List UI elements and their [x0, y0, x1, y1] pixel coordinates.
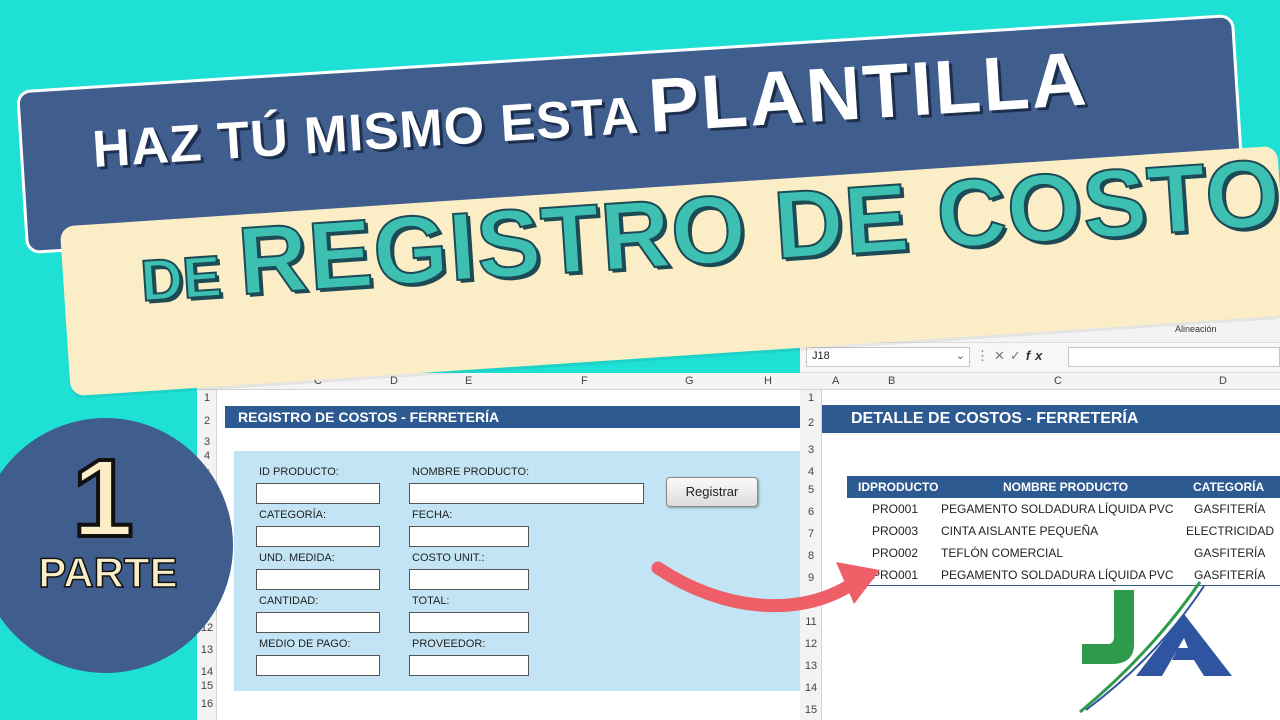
- row-header[interactable]: 7: [802, 528, 820, 540]
- label-categoria: CATEGORÍA:: [259, 509, 327, 521]
- label-id-producto: ID PRODUCTO:: [259, 466, 339, 478]
- row-header[interactable]: 16: [199, 698, 215, 710]
- formula-bar: J18 ⌄ ⋮✕✓fx: [800, 343, 1280, 373]
- label-cantidad: CANTIDAD:: [259, 595, 319, 607]
- table-row[interactable]: PRO001 PEGAMENTO SOLDADURA LÍQUIDA PVC G…: [847, 498, 1280, 520]
- row-header[interactable]: 15: [802, 704, 820, 716]
- registrar-button[interactable]: Registrar: [666, 477, 758, 507]
- row-header[interactable]: 14: [199, 666, 215, 678]
- id-producto-input[interactable]: [256, 483, 380, 504]
- header-idproducto: IDPRODUCTO: [858, 480, 939, 494]
- cell-categoria: GASFITERÍA: [1194, 546, 1266, 560]
- cell-categoria: ELECTRICIDAD: [1186, 524, 1275, 538]
- column-header[interactable]: F: [581, 375, 588, 387]
- row-header[interactable]: 4: [802, 466, 820, 478]
- column-header[interactable]: D: [390, 375, 398, 387]
- column-header[interactable]: B: [888, 375, 895, 387]
- headline-de-text: DE: [138, 243, 225, 315]
- cell-categoria: GASFITERÍA: [1194, 502, 1266, 516]
- header-categoria: CATEGORÍA: [1193, 480, 1265, 494]
- column-header-row: A B C D: [800, 373, 1280, 390]
- table-row[interactable]: PRO003 CINTA AISLANTE PEQUEÑA ELECTRICID…: [847, 520, 1280, 542]
- label-medio-pago: MEDIO DE PAGO:: [259, 638, 351, 650]
- formula-tools: ⋮✕✓fx: [976, 348, 1047, 364]
- und-medida-input[interactable]: [256, 569, 380, 590]
- label-fecha: FECHA:: [412, 509, 453, 521]
- insert-function-icon[interactable]: fx: [1026, 348, 1048, 363]
- table-row[interactable]: PRO002 TEFLÓN COMERCIAL GASFITERÍA: [847, 542, 1280, 564]
- name-box-value: J18: [812, 350, 830, 362]
- total-input[interactable]: [409, 612, 529, 633]
- column-header[interactable]: G: [685, 375, 694, 387]
- name-box[interactable]: J18 ⌄: [806, 347, 970, 367]
- chevron-down-icon[interactable]: ⌄: [956, 349, 965, 362]
- label-total: TOTAL:: [412, 595, 450, 607]
- header-nombre-producto: NOMBRE PRODUCTO: [1003, 480, 1129, 494]
- row-header[interactable]: 13: [199, 644, 215, 656]
- formula-input[interactable]: [1068, 347, 1280, 367]
- label-und-medida: UND. MEDIDA:: [259, 552, 335, 564]
- column-header[interactable]: H: [764, 375, 772, 387]
- fecha-input[interactable]: [409, 526, 529, 547]
- row-header[interactable]: 14: [802, 682, 820, 694]
- row-header[interactable]: 1: [199, 392, 215, 404]
- row-header[interactable]: 3: [199, 436, 215, 448]
- column-header[interactable]: C: [1054, 375, 1062, 387]
- cantidad-input[interactable]: [256, 612, 380, 633]
- ribbon-group-label[interactable]: Alineación: [1175, 324, 1217, 334]
- column-header[interactable]: A: [832, 375, 839, 387]
- row-header[interactable]: 2: [802, 417, 820, 429]
- cell-nombre: TEFLÓN COMERCIAL: [941, 546, 1064, 560]
- row-header[interactable]: 13: [802, 660, 820, 672]
- label-nombre-producto: NOMBRE PRODUCTO:: [412, 466, 530, 478]
- cell-id: PRO001: [872, 502, 919, 516]
- cancel-icon[interactable]: ✕: [994, 348, 1010, 363]
- cell-id: PRO003: [872, 524, 919, 538]
- ja-logo-icon: [1079, 581, 1232, 714]
- costo-unit-input[interactable]: [409, 569, 529, 590]
- label-proveedor: PROVEEDOR:: [412, 638, 486, 650]
- part-label: PARTE: [38, 548, 179, 597]
- enter-icon[interactable]: ✓: [1010, 348, 1026, 363]
- proveedor-input[interactable]: [409, 655, 529, 676]
- cell-nombre: CINTA AISLANTE PEQUEÑA: [941, 524, 1099, 538]
- more-icon[interactable]: ⋮: [976, 348, 994, 363]
- detail-title: DETALLE DE COSTOS - FERRETERÍA: [822, 405, 1280, 433]
- medio-pago-input[interactable]: [256, 655, 380, 676]
- row-header[interactable]: 2: [199, 415, 215, 427]
- row-header[interactable]: 4: [199, 450, 215, 462]
- part-number: 1: [70, 435, 135, 562]
- row-header[interactable]: 15: [199, 680, 215, 692]
- column-header[interactable]: D: [1219, 375, 1227, 387]
- table-header: IDPRODUCTO NOMBRE PRODUCTO CATEGORÍA: [847, 476, 1280, 498]
- curved-arrow-icon: [651, 561, 880, 613]
- row-header[interactable]: 6: [802, 506, 820, 518]
- row-header[interactable]: 5: [802, 484, 820, 496]
- nombre-producto-input[interactable]: [409, 483, 644, 504]
- row-header[interactable]: 1: [802, 392, 820, 404]
- cell-nombre: PEGAMENTO SOLDADURA LÍQUIDA PVC: [941, 502, 1174, 516]
- sheet-title: REGISTRO DE COSTOS - FERRETERÍA: [225, 406, 800, 428]
- label-costo-unit: COSTO UNIT.:: [412, 552, 485, 564]
- column-header[interactable]: E: [465, 375, 472, 387]
- row-header[interactable]: 3: [802, 444, 820, 456]
- categoria-input[interactable]: [256, 526, 380, 547]
